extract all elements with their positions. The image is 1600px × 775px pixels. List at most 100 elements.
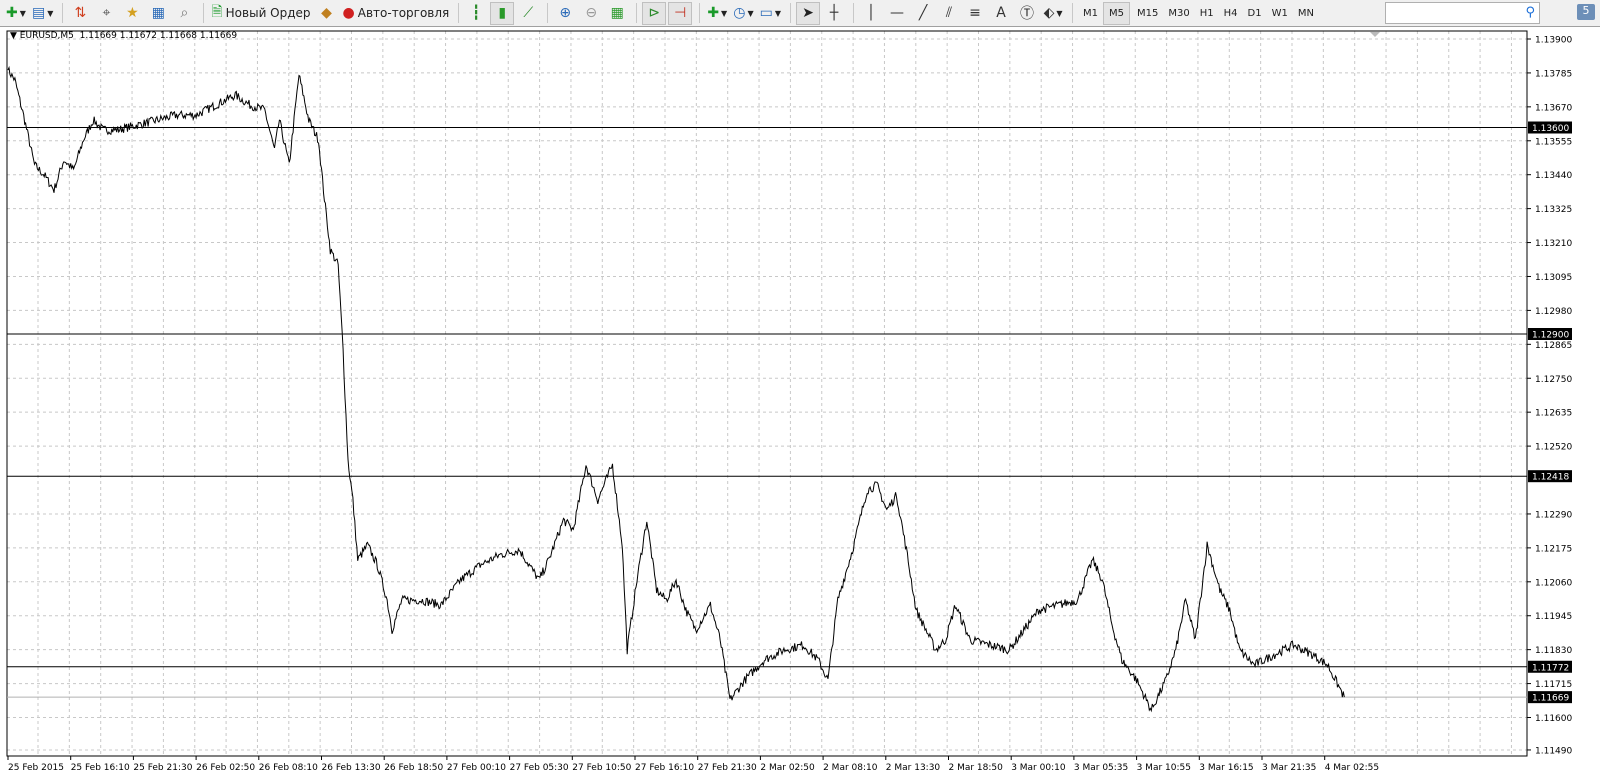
tile-windows-icon: ▦ [610,5,624,21]
tile-windows-button[interactable]: ▦ [605,2,629,25]
data-window-button[interactable]: ⌖ [94,2,118,25]
y-tick-label: 1.13555 [1535,137,1572,147]
x-tick-label: 2 Mar 18:50 [949,763,1004,773]
y-tick-label: 1.12750 [1535,375,1572,385]
y-tick-label: 1.12290 [1535,510,1572,520]
equidistant-channel-button[interactable]: ⫽ [937,2,961,25]
search-input[interactable]: ⚲ [1385,2,1540,24]
y-tick-label: 1.11945 [1535,612,1572,622]
separator [458,3,460,23]
x-tick-label: 26 Feb 02:50 [196,763,255,773]
channel-icon: ⫽ [945,5,953,21]
separator [1072,3,1074,23]
new-order-button[interactable]: 🗎 Новый Ордер [209,2,312,25]
templates-button[interactable]: ▭ ▼ [758,2,783,25]
new-chart-icon: ✚ [6,5,18,21]
timeframe-bar: M1 M5 M15 M30 H1 H4 D1 W1 MN [1078,1,1319,25]
zoom-in-button[interactable]: ⊕ [553,2,577,25]
zoom-out-icon: ⊖ [585,5,598,21]
y-tick-label: 1.11490 [1535,746,1572,756]
collapse-icon[interactable]: ▼ [10,31,17,41]
chart-symbol: EURUSD,M5 [19,31,74,41]
timeframe-m1[interactable]: M1 [1078,2,1103,25]
text-label-button[interactable]: Ⓣ [1015,2,1039,25]
candlestick-icon: ▮ [498,5,507,21]
market-watch-icon: ⇅ [74,5,87,21]
chart-shift-icon: ⊣ [674,5,687,21]
y-tick-label: 1.11715 [1535,680,1572,690]
fibonacci-button[interactable]: ≡ [963,2,987,25]
zoom-out-button[interactable]: ⊖ [579,2,603,25]
separator [790,3,792,23]
auto-trading-button[interactable]: ● Авто-торговля [341,2,452,25]
trendline-button[interactable]: ╱ [911,2,935,25]
auto-scroll-button[interactable]: ⊳ [642,1,667,25]
metaeditor-button[interactable]: ◆ [315,2,339,25]
timeframe-m5[interactable]: M5 [1103,1,1131,25]
x-tick-label: 27 Feb 10:50 [572,763,631,773]
strategy-tester-button[interactable]: ⌕ [172,2,196,25]
auto-trading-icon: ● [342,5,355,21]
arrows-button[interactable]: ⬖ ▼ [1041,2,1065,25]
terminal-button[interactable]: ▦ [146,2,170,25]
candlestick-button[interactable]: ▮ [490,1,515,25]
chart-info: ▼ EURUSD,M5 1.11669 1.11672 1.11668 1.11… [10,31,237,41]
chart-ohlc: 1.11669 1.11672 1.11668 1.11669 [79,31,238,41]
text-label-icon: Ⓣ [1020,6,1035,22]
y-tick-label: 1.13210 [1535,239,1572,249]
clock-icon: ◷ [733,5,746,21]
x-tick-label: 27 Feb 00:10 [447,763,506,773]
chart-shift-button[interactable]: ⊣ [668,1,693,25]
level-price-label: 1.12900 [1532,331,1569,341]
x-tick-label: 27 Feb 16:10 [635,763,694,773]
crosshair-button[interactable]: ┼ [822,2,846,25]
x-tick-label: 27 Feb 05:30 [510,763,569,773]
x-tick-label: 3 Mar 10:55 [1137,763,1191,773]
y-tick-label: 1.12865 [1535,341,1572,351]
x-tick-label: 3 Mar 00:10 [1011,763,1066,773]
y-tick-label: 1.11600 [1535,714,1572,724]
navigator-button[interactable]: ★ [120,2,144,25]
price-chart[interactable]: 1.13900 1.13785 1.13670 1.13555 1.13440 1.133… [0,28,1600,775]
y-tick-label: 1.13785 [1535,69,1572,79]
separator [636,3,638,23]
timeframe-mn[interactable]: MN [1293,2,1319,25]
new-chart-button[interactable]: ✚ ▼ [4,2,28,25]
bar-chart-button[interactable]: ┇ [464,2,488,25]
timeframe-m15[interactable]: M15 [1132,2,1163,25]
y-tick-label: 1.12060 [1535,578,1572,588]
timeframe-h1[interactable]: H1 [1195,2,1219,25]
metaeditor-icon: ◆ [321,5,332,21]
timeframe-d1[interactable]: D1 [1243,2,1267,25]
vertical-line-icon: │ [866,5,876,21]
fibonacci-icon: ≡ [969,5,981,21]
toolbar: ✚ ▼ ▤ ▼ ⇅ ⌖ ★ ▦ ⌕ 🗎 Новый Ордер ◆ ● Авто-тор… [0,0,1600,27]
vertical-line-button[interactable]: │ [859,2,883,25]
y-tick-label: 1.12175 [1535,544,1572,554]
bid-price-label: 1.11669 [1532,694,1569,704]
crosshair-target-icon: ⌖ [102,5,111,21]
profiles-button[interactable]: ▤ ▼ [30,2,55,25]
y-tick-label: 1.11830 [1535,646,1572,656]
text-icon: A [996,5,1006,21]
x-tick-label: 26 Feb 18:50 [384,763,443,773]
arrows-icon: ⬖ [1043,5,1055,21]
line-chart-button[interactable]: ⟋ [516,2,540,25]
new-order-icon: 🗎 [211,4,223,20]
messages-badge[interactable]: 5 [1577,4,1595,20]
timeframe-w1[interactable]: W1 [1267,2,1293,25]
search-icon: ⚲ [1525,5,1535,20]
horizontal-line-button[interactable]: — [885,2,909,25]
text-button[interactable]: A [989,2,1013,25]
indicators-icon: ✚ [707,5,720,21]
indicators-button[interactable]: ✚ ▼ [705,2,729,25]
y-tick-label: 1.13325 [1535,205,1572,215]
periods-button[interactable]: ◷ ▼ [731,2,755,25]
chevron-down-icon: ▼ [721,8,728,18]
bar-chart-icon: ┇ [472,5,481,21]
profiles-icon: ▤ [32,5,46,21]
timeframe-h4[interactable]: H4 [1219,2,1243,25]
cursor-button[interactable]: ➤ [796,1,821,25]
market-watch-button[interactable]: ⇅ [68,2,92,25]
timeframe-m30[interactable]: M30 [1163,2,1194,25]
